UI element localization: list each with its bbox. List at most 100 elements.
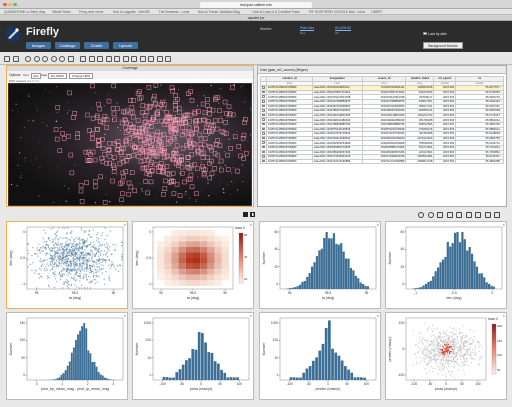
chart-panel: × -100 -50 0 50 100 1 10 100 1000 pmdec (mas/yr) Nu… [259, 312, 381, 400]
distance-icon[interactable] [148, 56, 154, 62]
table-row[interactable]: 1635721458409799680 Gaia DR2 163371247329… [260, 158, 504, 165]
dots-button[interactable]: dots [31, 72, 41, 79]
marker-icon[interactable] [156, 56, 163, 62]
bookmark-item[interactable]: Proxy-seer mirror [79, 10, 104, 14]
change-hips-button[interactable]: Change HiPS [69, 72, 94, 79]
maximize-window-icon[interactable] [13, 2, 17, 6]
plain-files-link[interactable]: Plain files [300, 26, 314, 30]
stretch-icon[interactable] [122, 56, 129, 62]
scatter-point [38, 250, 41, 252]
zoom-one-icon[interactable] [59, 56, 65, 62]
catalog-marker [104, 125, 109, 130]
heatmap-cell [456, 336, 458, 338]
select-area-icon[interactable] [437, 212, 443, 218]
heatmap-cell [440, 340, 442, 342]
grid-button[interactable]: Grid [23, 73, 29, 77]
row-checkbox[interactable] [262, 150, 265, 154]
zoom-in-icon[interactable] [25, 56, 31, 62]
sky-image[interactable] [8, 83, 252, 206]
flip-icon[interactable] [88, 56, 95, 62]
bookmark-item[interactable]: How to Learn A & Combine Frank [253, 10, 300, 14]
row-checkbox[interactable] [262, 146, 265, 149]
row-checkbox[interactable] [262, 132, 265, 135]
heatmap-cell [427, 346, 429, 348]
row-checkbox[interactable] [262, 118, 265, 121]
pan-icon[interactable] [427, 212, 434, 218]
lock-checkbox[interactable] [423, 31, 427, 35]
catalog-markers[interactable] [53, 83, 249, 205]
zoom-fill-icon[interactable] [50, 56, 57, 62]
row-checkbox[interactable] [262, 160, 265, 163]
bookmark-item[interactable]: How to Traces: Multiplan Blog [198, 10, 240, 14]
auto-button[interactable]: Auto [41, 73, 47, 77]
row-checkbox[interactable] [262, 141, 265, 144]
table-icon[interactable] [484, 212, 491, 218]
row-checkbox[interactable] [262, 155, 265, 158]
save-chart-icon[interactable] [456, 212, 462, 218]
heatmap-cell [456, 346, 458, 348]
row-checkbox[interactable] [262, 137, 265, 140]
url-bar[interactable]: irsa.ipac.caltech.edu [200, 1, 312, 8]
ali-link[interactable]: Ali (20016) [335, 26, 351, 30]
row-checkbox[interactable] [262, 104, 265, 108]
reset-icon[interactable] [465, 212, 472, 218]
tiles-view-icon[interactable] [250, 212, 255, 217]
zoom-out-icon[interactable] [33, 56, 40, 62]
page-tab-sub[interactable]: capsled jov [248, 16, 265, 20]
hist-bar [303, 280, 306, 289]
tab-charts[interactable]: Charts [84, 42, 109, 49]
grid-view-icon[interactable] [243, 212, 248, 217]
projection-select[interactable]: Eq J2000 [48, 72, 67, 79]
bookmark-item[interactable]: GOOGLE Mail - Inbox [334, 10, 365, 14]
expand-chart-icon[interactable] [494, 212, 500, 218]
row-checkbox[interactable] [262, 95, 265, 98]
color-icon[interactable] [114, 56, 120, 62]
window-controls[interactable] [3, 2, 17, 7]
overlay-icon[interactable] [165, 56, 171, 62]
row-checkbox[interactable] [262, 127, 265, 131]
scatter-point [95, 271, 98, 273]
bookmark-item[interactable]: How to Upgrade - Win/ISE [113, 10, 150, 14]
bookmark-item[interactable]: LIBERT [371, 10, 382, 14]
save-icon[interactable] [4, 56, 10, 62]
expand-icon[interactable] [67, 56, 74, 62]
catalog-marker [140, 110, 145, 115]
filter-icon[interactable] [475, 212, 481, 218]
bookmark-item[interactable]: PIF NORTHERN [309, 10, 333, 14]
rotate-icon[interactable] [80, 56, 86, 62]
heatmap-cell [457, 340, 459, 342]
bookmark-item[interactable]: The Elements - Lunar [159, 10, 190, 14]
heatmap-cell [185, 252, 193, 258]
row-checkbox[interactable] [262, 123, 265, 126]
layers-icon[interactable] [97, 56, 103, 62]
row-checkbox[interactable] [262, 100, 265, 103]
tab-catalogs[interactable]: Catalogs [55, 42, 80, 49]
scatter-point [80, 252, 83, 255]
bookmark-item[interactable]: Nitrate Share [52, 10, 71, 14]
print-icon[interactable] [12, 56, 19, 62]
settings-icon[interactable] [446, 212, 453, 218]
bookmark-item[interactable]: QUARANTINE [4, 10, 25, 14]
info-icon[interactable] [105, 56, 112, 62]
select-icon[interactable] [139, 56, 146, 62]
zoom-icon[interactable] [418, 212, 424, 218]
minimize-window-icon[interactable] [8, 2, 12, 6]
bookmark-item[interactable]: La Sitery Way [26, 10, 46, 14]
heatmap-cell [425, 345, 427, 347]
row-checkbox[interactable] [262, 109, 265, 112]
zoom-fit-icon[interactable] [42, 56, 48, 62]
crop-icon[interactable] [131, 56, 137, 62]
colorbar-tick: 100 [497, 353, 503, 358]
scatter-point [71, 243, 74, 245]
scatter-point [88, 255, 91, 257]
row-checkbox[interactable] [262, 114, 265, 117]
close-window-icon[interactable] [3, 2, 7, 6]
heatmap-cell [423, 358, 425, 360]
row-checkbox[interactable] [262, 86, 265, 89]
tab-images[interactable]: Images [26, 42, 51, 49]
tab-upload[interactable]: Upload [113, 42, 138, 49]
row-checkbox[interactable] [262, 91, 265, 94]
background-monitor-button[interactable]: Background Monitor [423, 42, 463, 49]
hist-bar [360, 377, 363, 380]
catalog-marker [54, 136, 60, 142]
